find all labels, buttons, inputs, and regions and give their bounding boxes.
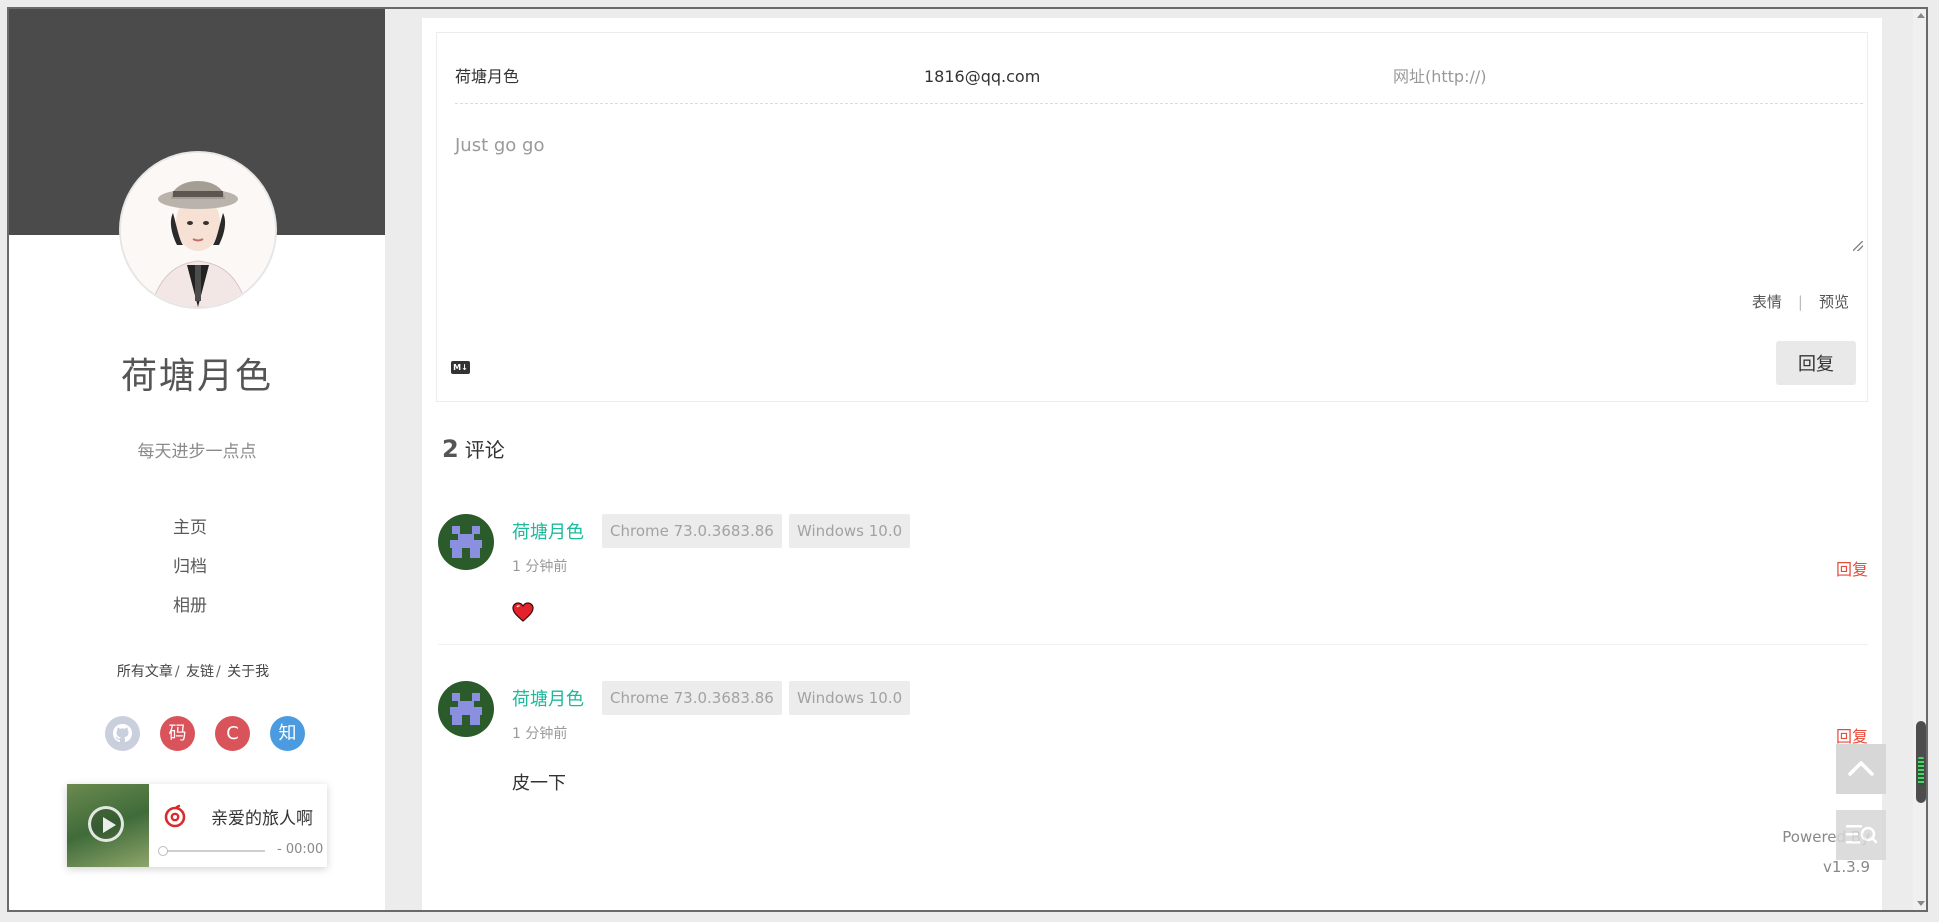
site-description: 每天进步一点点 [137, 442, 257, 462]
browser-viewport: 荷塘月色 每天进步一点点 主页 归档 相册 所有文章 / 友链 / 关于我 码 C … [7, 7, 1928, 912]
comment-body: 皮一下 [512, 773, 566, 794]
url-field[interactable]: 网址(http://) [1393, 55, 1833, 99]
comment-item: 荷塘月色 Chrome 73.0.3683.86 Windows 10.0 1 … [438, 514, 1868, 646]
back-to-top-button[interactable] [1836, 744, 1886, 794]
comment-textarea[interactable]: Just go go [455, 109, 1863, 251]
comment-item: 荷塘月色 Chrome 73.0.3683.86 Windows 10.0 1 … [438, 681, 1868, 813]
remaining-time: - 00:00 [277, 842, 324, 857]
netease-music-icon [164, 804, 186, 828]
browser-badge: Chrome 73.0.3683.86 [602, 681, 782, 715]
markdown-icon[interactable]: M↓ [451, 361, 470, 374]
form-tools: 表情 | 预览 [1752, 291, 1849, 312]
commenter-avatar[interactable] [438, 514, 494, 570]
emoji-button[interactable]: 表情 [1752, 293, 1782, 311]
link-separator: / [216, 664, 221, 680]
commenter-avatar[interactable] [438, 681, 494, 737]
nav-item-archive[interactable]: 归档 [9, 548, 385, 587]
profile-avatar[interactable] [119, 151, 277, 309]
sidebar: 荷塘月色 每天进步一点点 主页 归档 相册 所有文章 / 友链 / 关于我 码 C … [9, 9, 385, 910]
comment-divider [438, 644, 1868, 645]
comment-time: 1 分钟前 [512, 559, 568, 575]
gitee-icon[interactable]: 码 [160, 716, 195, 751]
heart-emoji-icon [512, 602, 534, 622]
link-about[interactable]: 关于我 [227, 664, 269, 680]
github-glyph [113, 724, 132, 743]
version: v1.3.9 [1822, 858, 1870, 876]
sidebar-nav: 主页 归档 相册 [9, 509, 385, 626]
comment-time: 1 分钟前 [512, 726, 568, 742]
nickname-field[interactable]: 荷塘月色 [455, 55, 895, 99]
comment-body [512, 602, 534, 627]
csdn-icon[interactable]: C [215, 716, 250, 751]
progress-knob[interactable] [158, 846, 168, 856]
main-content: 荷塘月色 1816@qq.com 网址(http://) Just go go … [422, 18, 1882, 910]
scroll-up-icon[interactable] [1917, 13, 1925, 18]
toc-button[interactable] [1836, 810, 1886, 860]
preview-button[interactable]: 预览 [1819, 293, 1849, 311]
toc-search-icon [1846, 825, 1878, 844]
scroll-down-icon[interactable] [1917, 901, 1925, 906]
social-links: 码 C 知 [97, 716, 317, 756]
comment-author[interactable]: 荷塘月色 [512, 685, 584, 711]
nav-item-home[interactable]: 主页 [9, 509, 385, 548]
comment-author[interactable]: 荷塘月色 [512, 518, 584, 544]
play-button[interactable] [88, 806, 124, 842]
email-field[interactable]: 1816@qq.com [924, 55, 1364, 99]
submit-reply-button[interactable]: 回复 [1776, 341, 1856, 385]
nav-item-album[interactable]: 相册 [9, 587, 385, 626]
sidebar-links: 所有文章 / 友链 / 关于我 [9, 661, 385, 681]
identicon [438, 681, 494, 737]
github-icon[interactable] [105, 716, 140, 751]
chevron-up-icon [1848, 761, 1874, 776]
comment-textarea-placeholder: Just go go [455, 135, 545, 156]
album-cover [67, 784, 149, 867]
scrollbar-thumb[interactable] [1916, 721, 1926, 803]
link-all-posts[interactable]: 所有文章 [117, 664, 173, 680]
music-player: 亲爱的旅人啊 - 00:00 [67, 784, 327, 867]
comment-meta-row: 荷塘月色 1816@qq.com 网址(http://) [455, 55, 1863, 104]
identicon [438, 514, 494, 570]
comment-count: 2 评论 [442, 434, 505, 463]
site-name: 荷塘月色 [120, 356, 273, 397]
avatar-illustration [121, 153, 275, 307]
zhihu-icon[interactable]: 知 [270, 716, 305, 751]
link-friends[interactable]: 友链 [186, 664, 214, 680]
browser-badge: Chrome 73.0.3683.86 [602, 514, 782, 548]
page-scrollbar[interactable] [1913, 9, 1926, 910]
progress-bar[interactable] [158, 846, 265, 856]
link-separator: / [174, 664, 180, 680]
resize-grip-icon[interactable] [1853, 241, 1863, 251]
tools-divider: | [1797, 293, 1803, 311]
comment-count-label: 评论 [464, 438, 505, 462]
song-title: 亲爱的旅人啊 [211, 809, 313, 829]
comment-count-number: 2 [442, 435, 459, 463]
comment-form: 荷塘月色 1816@qq.com 网址(http://) Just go go … [436, 32, 1868, 402]
comment-reply-button[interactable]: 回复 [1836, 556, 1868, 580]
os-badge: Windows 10.0 [789, 681, 911, 715]
os-badge: Windows 10.0 [789, 514, 911, 548]
